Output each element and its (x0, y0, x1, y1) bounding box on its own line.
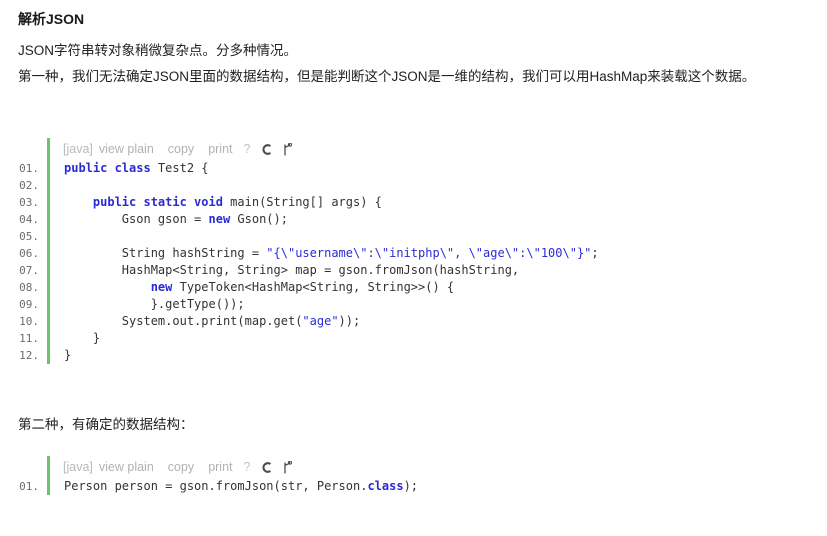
view-plain-button[interactable]: view plain (99, 460, 154, 474)
code-lines-1[interactable]: 01. public class Test2 { 02. 03. public sta… (0, 160, 827, 364)
code-token: Gson gson = (64, 212, 209, 226)
code-token: String hashString = (64, 246, 267, 260)
code-token: } (64, 331, 101, 345)
code-line: 06. String hashString = "{\"username\":\… (0, 245, 827, 262)
code-token: "age" (302, 314, 339, 328)
code-line: 11. } (0, 330, 827, 347)
line-number: 03. (19, 196, 39, 209)
code-language-label: [java] (63, 142, 93, 156)
document-page: 解析JSON JSON字符串转对象稍微复杂点。分多种情况。 第一种，我们无法确定… (0, 0, 827, 536)
code-line: 12.} (0, 347, 827, 364)
code-token: class (367, 479, 404, 493)
code-token: ); (403, 479, 419, 493)
code-token: public class (64, 161, 151, 175)
code-line: 10. System.out.print(map.get("age")); (0, 313, 827, 330)
line-number: 12. (19, 349, 39, 362)
code-token: Gson(); (230, 212, 288, 226)
print-button[interactable]: print (208, 142, 232, 156)
line-number: 02. (19, 179, 39, 192)
print-button[interactable]: print (208, 460, 232, 474)
code-token: )); (338, 314, 361, 328)
code-toolbar-1: [java] view plain copy print ? (0, 138, 827, 160)
code-token: Person person = gson.fromJson(str, Perso… (64, 479, 368, 493)
code-token: Test2 { (150, 161, 209, 175)
code-token: }.getType()); (64, 297, 245, 311)
code-token: public static void (92, 195, 223, 209)
line-number: 05. (19, 230, 39, 243)
help-button[interactable]: ? (244, 142, 251, 156)
code-line: 04. Gson gson = new Gson(); (0, 211, 827, 228)
code-text: } (50, 347, 71, 364)
view-plain-button[interactable]: view plain (99, 142, 154, 156)
line-number: 11. (19, 332, 39, 345)
fork-icon[interactable] (282, 460, 293, 474)
code-line: 02. (0, 177, 827, 194)
code-lines-2[interactable]: 01. Person person = gson.fromJson(str, Pe… (0, 478, 827, 495)
code-language-label: [java] (63, 460, 93, 474)
code-token: new (208, 212, 231, 226)
code-token: ; (591, 246, 599, 260)
code-text: }.getType()); (50, 296, 245, 313)
line-number: 04. (19, 213, 39, 226)
copy-button[interactable]: copy (168, 460, 194, 474)
reset-icon[interactable] (260, 461, 273, 474)
code-line: 01. Person person = gson.fromJson(str, Pe… (0, 478, 827, 495)
line-number: 06. (19, 247, 39, 260)
article-body: 解析JSON JSON字符串转对象稍微复杂点。分多种情况。 第一种，我们无法确定… (0, 0, 827, 90)
code-text: } (50, 330, 100, 347)
copy-button[interactable]: copy (168, 142, 194, 156)
line-number: 01. (19, 162, 39, 175)
code-token: TypeToken<HashMap<String, String>>() { (172, 280, 455, 294)
code-toolbar-items: [java] view plain copy print ? (50, 460, 302, 474)
code-line: 08. new TypeToken<HashMap<String, String… (0, 279, 827, 296)
code-token: "{\"username\":\"initphp\", \"age\":\"10… (266, 246, 592, 260)
intro-paragraph-2: 第一种，我们无法确定JSON里面的数据结构，但是能判断这个JSON是一维的结构，… (18, 69, 756, 84)
line-number: 01. (19, 480, 39, 493)
help-button[interactable]: ? (244, 460, 251, 474)
code-line: 01. public class Test2 { (0, 160, 827, 177)
code-line: 09. }.getType()); (0, 296, 827, 313)
code-block-java-1: [java] view plain copy print ? 01. publi… (0, 138, 827, 364)
code-line: 03. public static void main(String[] arg… (0, 194, 827, 211)
spacer-after-code-1 (0, 364, 827, 412)
reset-icon[interactable] (260, 143, 273, 156)
intro-paragraph-3: 第二种，有确定的数据结构： (18, 417, 194, 432)
code-text: String hashString = "{\"username\":\"ini… (50, 245, 599, 262)
code-text: public static void main(String[] args) { (50, 194, 382, 211)
line-number: 07. (19, 264, 39, 277)
line-number: 10. (19, 315, 39, 328)
spacer-before-code-2 (0, 438, 827, 456)
code-text: new TypeToken<HashMap<String, String>>()… (50, 279, 454, 296)
code-block-java-2: [java] view plain copy print ? 01. Perso… (0, 456, 827, 495)
code-token: } (64, 348, 72, 362)
code-line: 07. HashMap<String, String> map = gson.f… (0, 262, 827, 279)
line-number: 09. (19, 298, 39, 311)
code-toolbar-items: [java] view plain copy print ? (50, 142, 302, 156)
code-text: public class Test2 { (50, 160, 209, 177)
code-token: main(String[] args) { (222, 195, 382, 209)
code-token: System.out.print(map.get( (64, 314, 303, 328)
code-text: HashMap<String, String> map = gson.fromJ… (50, 262, 519, 279)
code-token: new (150, 280, 173, 294)
line-number: 08. (19, 281, 39, 294)
code-text: Gson gson = new Gson(); (50, 211, 288, 228)
code-toolbar-2: [java] view plain copy print ? (0, 456, 827, 478)
intro-paragraph-1: JSON字符串转对象稍微复杂点。分多种情况。 (18, 43, 298, 58)
spacer-before-code-1 (0, 90, 827, 138)
fork-icon[interactable] (282, 142, 293, 156)
page-title: 解析JSON (18, 11, 85, 27)
code-line: 05. (0, 228, 827, 245)
article-body-2: 第二种，有确定的数据结构： (0, 412, 827, 438)
code-token: HashMap<String, String> map = gson.fromJ… (64, 263, 520, 277)
code-text: Person person = gson.fromJson(str, Perso… (50, 478, 418, 495)
code-text: System.out.print(map.get("age")); (50, 313, 360, 330)
